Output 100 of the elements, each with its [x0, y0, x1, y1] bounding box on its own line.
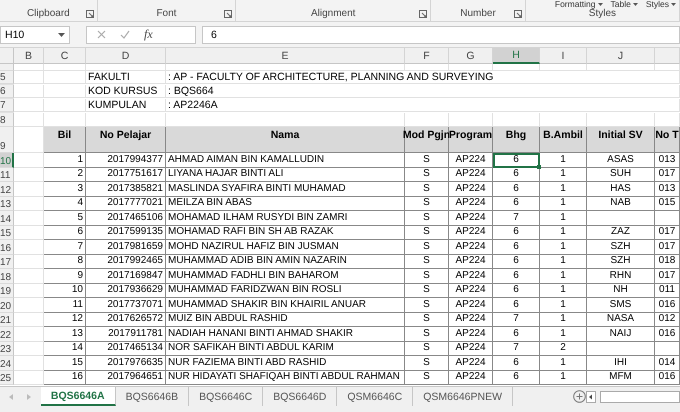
table-cell: MUHAMMAD FADHLI BIN BAHAROM [166, 269, 405, 284]
column-header[interactable]: F [405, 48, 449, 64]
ribbon-group-label: Font [156, 8, 176, 19]
dialog-launcher-icon[interactable] [224, 10, 232, 18]
insert-function-button[interactable]: fx [144, 27, 153, 42]
table-cell: 1 [540, 226, 587, 240]
empty-cell[interactable] [655, 64, 680, 71]
table-cell: 2017936629 [86, 284, 166, 298]
horizontal-scrollbar[interactable] [600, 390, 680, 402]
table-cell: IHI [587, 356, 655, 370]
table-cell: 016 [655, 327, 680, 342]
column-header[interactable]: H [493, 48, 540, 64]
table-cell: S [405, 254, 449, 269]
empty-cell[interactable] [587, 64, 655, 71]
table-cell: MUHAMMAD SHAKIR BIN KHAIRIL ANUAR [166, 298, 405, 312]
column-header[interactable]: E [166, 48, 405, 64]
empty-cell[interactable] [44, 71, 86, 84]
scroll-left-icon[interactable] [586, 390, 596, 402]
cancel-icon[interactable] [97, 30, 106, 39]
table-cell: SZH [587, 254, 655, 269]
row-number[interactable]: 22 [0, 327, 14, 342]
empty-cell[interactable] [166, 64, 405, 71]
table-cell: 016 [655, 298, 680, 312]
table-cell: 13 [44, 327, 86, 342]
empty-cell[interactable] [405, 64, 449, 71]
table-cell: 013 [655, 182, 680, 196]
row-number[interactable]: 6 [0, 85, 14, 98]
table-cell: S [405, 182, 449, 196]
scroll-right-icon[interactable] [27, 394, 32, 400]
table-cell: KOD KURSUS [86, 85, 166, 98]
column-header[interactable] [655, 48, 680, 64]
table-cell: 10 [44, 284, 86, 298]
column-heading: Program [449, 127, 493, 153]
ribbon-button[interactable]: Formatting [554, 0, 603, 9]
table-cell: S [405, 284, 449, 298]
empty-cell[interactable] [44, 99, 86, 112]
dialog-launcher-icon[interactable] [419, 10, 428, 18]
column-header[interactable]: D [86, 48, 166, 64]
checkmark-icon[interactable] [120, 30, 130, 39]
table-cell: AP224 [449, 168, 493, 182]
row-number[interactable]: 25 [0, 370, 14, 385]
table-cell: FAKULTI [86, 71, 166, 84]
table-cell: 2017994377 [86, 153, 166, 168]
dialog-launcher-icon[interactable] [514, 10, 522, 18]
column-header[interactable]: C [44, 48, 86, 64]
table-cell: 2 [540, 342, 587, 356]
ribbon-button[interactable]: Table [610, 0, 638, 9]
row-number[interactable]: 23 [0, 342, 14, 356]
formula-input[interactable]: 6 [202, 26, 680, 44]
table-cell: 6 [493, 168, 540, 182]
name-box[interactable]: H10 [0, 26, 70, 44]
row-number[interactable]: 19 [0, 284, 14, 298]
table-cell: 2 [44, 168, 86, 182]
sheet-tab[interactable]: BQS6646A [40, 387, 116, 406]
column-header[interactable]: J [587, 48, 655, 64]
table-cell: 7 [493, 211, 540, 226]
empty-cell[interactable] [44, 85, 86, 98]
empty-cell[interactable] [449, 64, 493, 71]
table-cell: 017 [655, 240, 680, 254]
select-all-button[interactable] [0, 48, 14, 64]
row-number[interactable]: 16 [0, 240, 14, 254]
table-cell: 5 [44, 211, 86, 226]
row-number[interactable]: 9 [0, 127, 14, 153]
add-sheet-icon[interactable] [573, 390, 586, 403]
empty-cell[interactable] [493, 64, 540, 71]
row-number[interactable]: 18 [0, 269, 14, 284]
table-cell: 6 [493, 182, 540, 196]
table-cell: 6 [493, 356, 540, 370]
table-cell: 15 [44, 356, 86, 370]
empty-cell[interactable] [86, 64, 166, 71]
table-cell: NASA [587, 312, 655, 327]
empty-cell[interactable] [44, 64, 86, 71]
table-cell: 2017911781 [86, 327, 166, 342]
row-number[interactable]: 24 [0, 356, 14, 370]
table-cell: 1 [540, 153, 587, 168]
table-cell: 6 [493, 284, 540, 298]
empty-cell[interactable] [540, 64, 587, 71]
table-cell: 14 [44, 342, 86, 356]
table-cell: 2017599135 [86, 226, 166, 240]
table-cell: 012 [655, 312, 680, 327]
row-number[interactable]: 14 [0, 211, 14, 226]
row-number[interactable]: 8 [0, 113, 14, 127]
row-number[interactable]: 11 [0, 168, 14, 182]
row-number[interactable]: 17 [0, 254, 14, 269]
row-number[interactable]: 13 [0, 196, 14, 211]
table-cell: 2017992465 [86, 254, 166, 269]
row-number[interactable]: 12 [0, 182, 14, 196]
row-number[interactable]: 7 [0, 99, 14, 112]
dialog-launcher-icon[interactable] [86, 10, 94, 18]
row-header[interactable] [0, 64, 14, 71]
row-number[interactable]: 5 [0, 71, 14, 84]
column-header[interactable]: I [540, 48, 587, 64]
row-number[interactable]: 20 [0, 298, 14, 312]
row-number[interactable]: 21 [0, 312, 14, 327]
column-header[interactable]: B [14, 48, 44, 64]
ribbon-group-label: Styles [588, 8, 616, 19]
row-number[interactable]: 10 [0, 153, 14, 168]
table-cell: 2017981659 [86, 240, 166, 254]
ribbon-button[interactable]: Styles [646, 0, 676, 9]
row-number[interactable]: 15 [0, 226, 14, 240]
